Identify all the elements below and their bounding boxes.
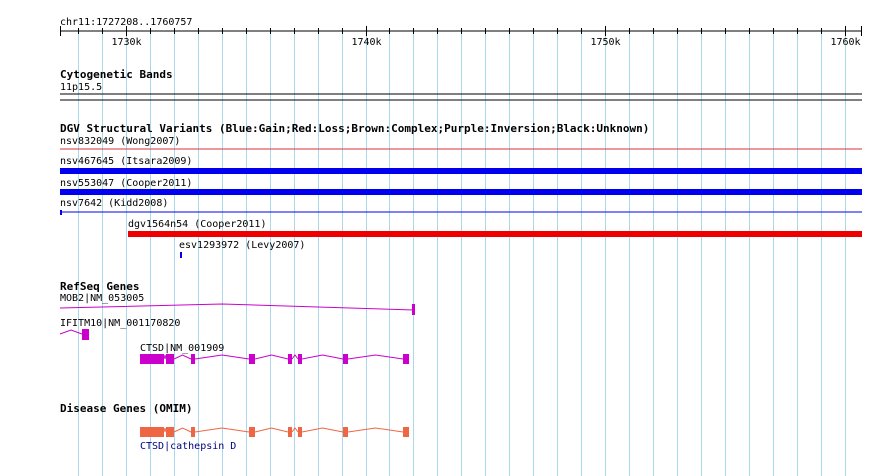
omim-track-title: Disease Genes (OMIM) [60, 402, 192, 415]
gene-intron-line [173, 354, 192, 360]
refseq-gene-ifitm10[interactable] [59, 329, 89, 340]
gene-exon [403, 354, 409, 364]
gene-intron-line [301, 427, 344, 433]
gene-intron-line [301, 354, 344, 360]
gene-intron-line [59, 303, 415, 311]
omim-gene-ctsd[interactable] [140, 427, 409, 437]
gene-exon [249, 427, 255, 437]
gene-intron-line [163, 354, 167, 360]
ruler-tick-label: 1760k [830, 37, 860, 48]
refseq-gene-label: CTSD|NM_001909 [140, 343, 224, 354]
gene-exon [298, 427, 302, 437]
dgv-feature-label: nsv467645 (Itsara2009) [60, 156, 192, 167]
dgv-feature-label: dgv1564n54 (Cooper2011) [128, 219, 266, 230]
ruler-tick-label: 1730k [111, 37, 141, 48]
dgv-feature-label: nsv832049 (Wong2007) [60, 136, 180, 147]
gene-exon [343, 354, 348, 364]
gene-exon [298, 354, 302, 364]
gene-exon [191, 427, 195, 437]
gene-exon [249, 354, 255, 364]
gene-exon [288, 427, 292, 437]
gene-intron-line [347, 427, 404, 433]
dgv-feature-esv1293972[interactable] [180, 252, 182, 258]
dgv-feature-nsv553047[interactable] [60, 189, 862, 195]
gene-exon [412, 304, 415, 315]
dgv-track-title: DGV Structural Variants (Blue:Gain;Red:L… [60, 122, 649, 135]
gene-exon [403, 427, 409, 437]
dgv-feature-label: esv1293972 (Levy2007) [179, 240, 305, 251]
gene-exon [140, 354, 164, 364]
gene-exon [191, 354, 195, 364]
dgv-feature-label: nsv7642 (Kidd2008) [60, 198, 168, 209]
gene-intron-line [254, 427, 289, 433]
omim-gene-label: CTSD|cathepsin D [140, 441, 236, 452]
gene-exon [140, 427, 164, 437]
gene-exon [343, 427, 348, 437]
ruler-tick-label: 1740k [351, 37, 381, 48]
cytoband-label: 11p15.5 [60, 82, 102, 93]
dgv-feature-nsv467645[interactable] [60, 168, 862, 174]
gene-intron-line [163, 427, 167, 433]
cytoband-track-title: Cytogenetic Bands [60, 68, 173, 81]
gene-intron-line [347, 354, 404, 360]
dgv-feature-label: nsv553047 (Cooper2011) [60, 178, 192, 189]
gene-exon [288, 354, 292, 364]
dgv-feature-dgv1564n54[interactable] [128, 231, 862, 237]
gene-exon [166, 354, 174, 364]
gene-exon [82, 329, 89, 340]
refseq-gene-ctsd[interactable] [140, 354, 409, 364]
dgv-feature-nsv7642-start [60, 210, 62, 215]
ruler-tick-label: 1750k [590, 37, 620, 48]
gene-exon [166, 427, 174, 437]
refseq-gene-label: MOB2|NM_053005 [60, 293, 144, 304]
gene-intron-line [173, 427, 192, 433]
genome-browser-view: chr11:1727208..1760757 1730k 1740k 1750k 17… [59, 17, 862, 476]
refseq-gene-mob2[interactable] [59, 303, 415, 315]
refseq-track-title: RefSeq Genes [60, 280, 139, 293]
refseq-gene-label: IFITM10|NM_001170820 [60, 318, 180, 329]
gene-intron-line [254, 354, 289, 360]
